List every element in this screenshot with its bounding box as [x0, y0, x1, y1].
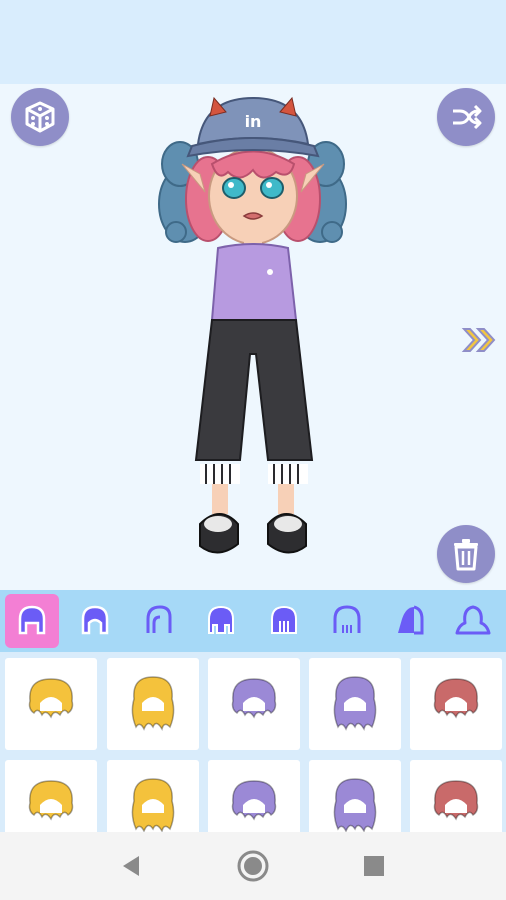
hair-item-cell[interactable]	[5, 658, 97, 750]
tab-hair-side-style[interactable]	[131, 594, 185, 648]
tab-hair-bun-style[interactable]	[446, 594, 500, 648]
tab-hair-fringe-style[interactable]	[257, 594, 311, 648]
tab-hair-half-style[interactable]	[383, 594, 437, 648]
hat-label: in	[245, 112, 262, 131]
tab-hair-back-style[interactable]	[320, 594, 374, 648]
hair-preview-icon	[433, 678, 479, 719]
hair-preview-icon	[433, 780, 479, 821]
tab-hair-front-style-1[interactable]	[5, 594, 59, 648]
double-chevron-right-icon	[461, 328, 496, 352]
top-bar	[0, 0, 506, 84]
hair-side-icon	[146, 605, 172, 633]
hair-preview-icon	[131, 778, 175, 832]
hair-item-cell[interactable]	[5, 760, 97, 832]
tab-hair-front-style-2[interactable]	[68, 594, 122, 648]
hair-item-cell[interactable]	[208, 658, 300, 750]
item-grid	[0, 652, 506, 832]
system-nav-bar	[0, 832, 506, 900]
shuffle-icon	[453, 104, 482, 130]
hair-preview-icon	[231, 780, 277, 821]
random-dice-button[interactable]	[11, 88, 69, 146]
hair-back-icon	[333, 605, 361, 633]
character-avatar: in	[158, 96, 347, 554]
dice-icon	[25, 101, 55, 133]
hair-preview-icon	[333, 778, 377, 832]
hair-item-cell[interactable]	[410, 760, 502, 832]
delete-button[interactable]	[437, 525, 495, 583]
character-stage: in	[0, 84, 506, 590]
home-nav-icon[interactable]	[236, 849, 270, 883]
hair-item-cell[interactable]	[208, 760, 300, 832]
hair-preview-icon	[231, 678, 277, 719]
trash-icon	[454, 539, 478, 571]
hair-preview-icon	[333, 676, 377, 731]
shuffle-button[interactable]	[437, 88, 495, 146]
recents-nav-icon[interactable]	[363, 855, 385, 877]
hair-fringe-icon	[271, 605, 297, 634]
hair-preview-icon	[131, 676, 175, 731]
hair-preview-icon	[28, 780, 74, 821]
hair-bangs-icon	[208, 605, 234, 634]
category-tab-bar	[0, 590, 506, 652]
hair-item-cell[interactable]	[107, 658, 199, 750]
back-nav-icon[interactable]	[119, 854, 143, 878]
hair-half-icon	[398, 605, 424, 635]
hair-bun-icon	[455, 605, 491, 635]
tab-hair-bangs-style[interactable]	[194, 594, 248, 648]
hair-front-icon	[81, 605, 109, 635]
hair-preview-icon	[28, 678, 74, 719]
hair-front-icon	[18, 605, 46, 635]
next-page-button[interactable]	[460, 325, 500, 355]
hair-item-cell[interactable]	[309, 658, 401, 750]
hair-item-cell[interactable]	[410, 658, 502, 750]
hair-item-cell[interactable]	[309, 760, 401, 832]
hair-item-cell[interactable]	[107, 760, 199, 832]
